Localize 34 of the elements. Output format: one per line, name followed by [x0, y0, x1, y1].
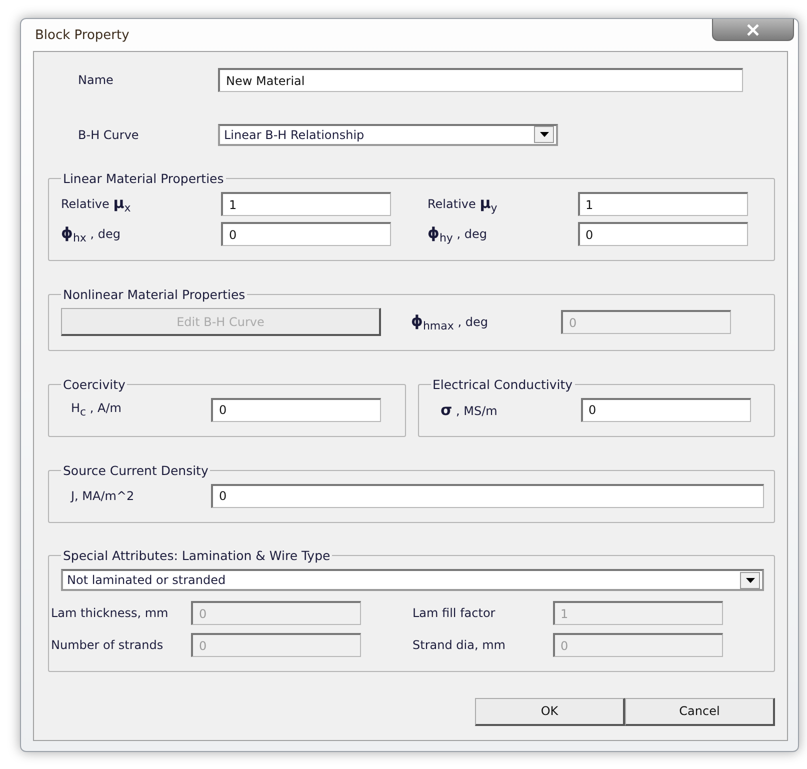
group-title: Nonlinear Material Properties: [62, 287, 246, 302]
field-label: Strand dia, mm: [412, 638, 506, 652]
text-field[interactable]: 0: [211, 484, 764, 508]
group-title: Special Attributes: Lamination & Wire Type: [62, 548, 332, 564]
bh-curve-dropdown[interactable]: Linear B-H Relationship: [218, 124, 558, 146]
text-field[interactable]: 1: [221, 192, 391, 216]
group-title: Linear Material Properties: [62, 171, 225, 186]
text-field[interactable]: 0: [578, 222, 748, 246]
field-label: J, MA/m^2: [71, 488, 136, 503]
field-label: Relative μ$_{x}$: [61, 194, 132, 215]
field-label: ϕ$_{hy}$ , deg: [428, 224, 488, 245]
text-field[interactable]: 0: [580, 398, 750, 422]
text-field[interactable]: 0: [211, 398, 381, 422]
field-label: Name: [78, 73, 114, 87]
close-button[interactable]: [712, 19, 794, 41]
field-label: ϕ$_{hmax}$ , deg: [411, 312, 489, 332]
window-title: Block Property: [34, 28, 130, 42]
dialog-button[interactable]: Cancel: [625, 698, 775, 726]
field-label: Relative μ$_{y}$: [428, 194, 498, 215]
group-title: Coercivity: [62, 376, 126, 392]
text-field[interactable]: 0: [221, 222, 391, 246]
field-label: Number of strands: [51, 638, 164, 652]
text-field[interactable]: New Material: [218, 68, 743, 92]
group-title: Source Current Density: [62, 462, 210, 478]
field-label: B-H Curve: [78, 128, 140, 142]
text-field[interactable]: 1: [578, 192, 748, 216]
field-label: σ , MS/m: [440, 400, 498, 419]
group-title: Electrical Conductivity: [432, 376, 574, 392]
field-label: Lam fill factor: [412, 606, 496, 620]
lamination-dropdown[interactable]: Not laminated or stranded: [61, 569, 764, 592]
field-label: Lam thickness, mm: [51, 606, 170, 620]
close-icon: [746, 24, 760, 36]
dialog-button[interactable]: OK: [475, 698, 625, 726]
field-label: ϕ$_{hx}$ , deg: [61, 224, 122, 245]
